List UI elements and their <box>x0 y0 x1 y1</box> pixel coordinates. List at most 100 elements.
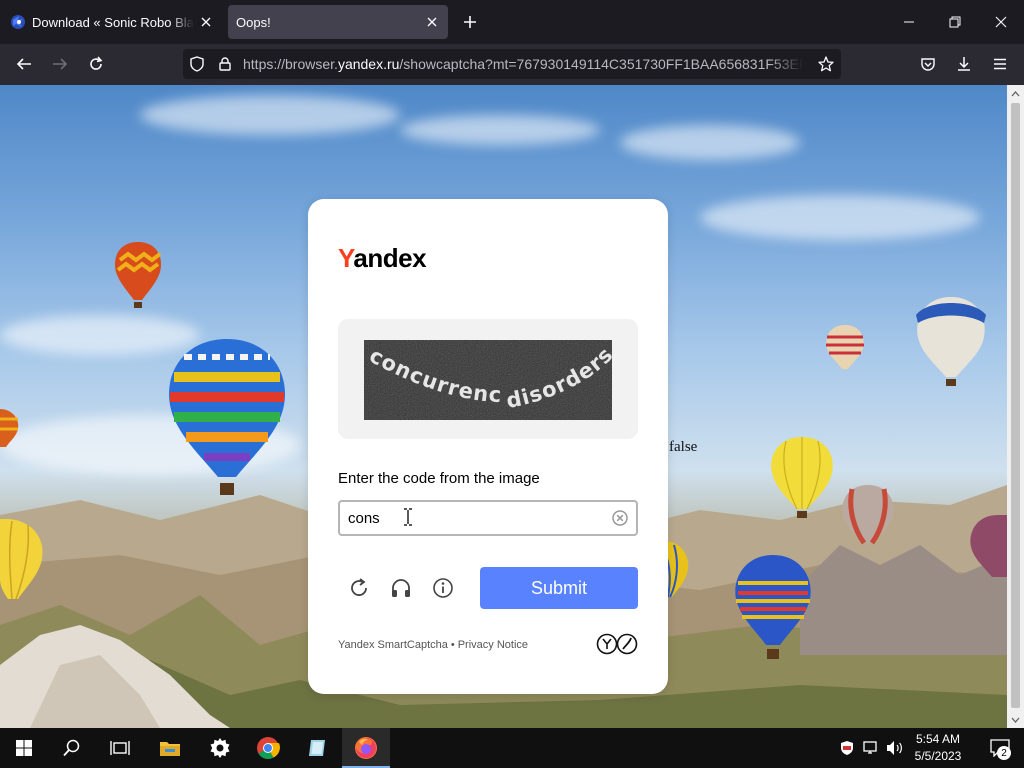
security-tray-icon[interactable] <box>838 728 856 768</box>
smartcaptcha-badge-icon <box>596 633 638 655</box>
minimize-button[interactable] <box>886 0 932 44</box>
privacy-notice-link[interactable]: Privacy Notice <box>458 639 528 651</box>
cloud <box>700 195 980 240</box>
gear-icon <box>210 738 230 758</box>
logo-letter-y: Y <box>338 243 354 273</box>
submit-button[interactable]: Submit <box>480 567 638 609</box>
notification-count: 2 <box>997 746 1011 760</box>
close-icon <box>995 16 1007 28</box>
url-domain: yandex.ru <box>337 56 400 72</box>
shield-icon[interactable] <box>183 49 211 79</box>
hot-air-balloon <box>771 437 833 518</box>
back-button[interactable] <box>8 48 40 80</box>
forward-button[interactable] <box>44 48 76 80</box>
captcha-footer: Yandex SmartCaptcha • Privacy Notice <box>338 639 528 651</box>
speaker-icon <box>887 741 902 755</box>
network-tray-icon[interactable] <box>860 728 882 768</box>
refresh-icon <box>351 578 367 596</box>
bookmark-star-button[interactable] <box>810 48 842 80</box>
hot-air-balloon <box>169 339 285 495</box>
captcha-distorted-text: concurrence disorders <box>364 340 612 420</box>
chrome-taskbar-button[interactable] <box>244 728 292 768</box>
windows-logo-icon <box>16 740 32 756</box>
url-path: /showcaptcha?mt=767930149114C351730FF1BA… <box>399 56 803 72</box>
close-tab-icon[interactable] <box>420 10 444 34</box>
notifications-button[interactable]: 2 <box>980 728 1020 768</box>
firefox-icon <box>355 737 377 759</box>
info-button[interactable] <box>428 573 458 603</box>
tab-title: Oops! <box>236 14 271 30</box>
search-button[interactable] <box>48 728 96 768</box>
pocket-icon <box>921 58 935 71</box>
shield-warning-icon <box>841 741 853 755</box>
downloads-button[interactable] <box>948 48 980 80</box>
refresh-captcha-button[interactable] <box>344 573 374 603</box>
url-prefix: https://browser. <box>243 56 338 72</box>
tab-sonic-robo-blast[interactable]: Download « Sonic Robo Blast 2 <box>0 5 222 39</box>
taskbar-clock[interactable]: 5:54 AM 5/5/2023 <box>910 731 966 765</box>
download-icon <box>958 57 970 71</box>
firefox-taskbar-button[interactable] <box>342 728 390 768</box>
cloud <box>620 125 800 160</box>
scrollbar-thumb[interactable] <box>1011 103 1020 708</box>
yandex-logo: Yandex <box>338 243 427 274</box>
hot-air-balloon <box>842 485 894 545</box>
hot-air-balloon <box>970 515 1007 577</box>
pocket-button[interactable] <box>912 48 944 80</box>
arrow-left-icon <box>16 58 31 70</box>
hot-air-balloon <box>0 519 43 600</box>
captcha-input-field[interactable] <box>338 500 638 536</box>
task-view-button[interactable] <box>96 728 144 768</box>
network-icon <box>863 741 877 754</box>
lock-icon[interactable] <box>211 49 239 79</box>
info-icon <box>433 578 453 598</box>
app-taskbar-button[interactable] <box>294 728 342 768</box>
clock-time: 5:54 AM <box>915 732 961 746</box>
settings-taskbar-button[interactable] <box>196 728 244 768</box>
file-explorer-taskbar-button[interactable] <box>146 728 194 768</box>
url-text[interactable]: https://browser.yandex.ru/showcaptcha?mt… <box>243 56 803 72</box>
smartcaptcha-link[interactable]: Yandex SmartCaptcha <box>338 639 448 651</box>
search-icon <box>63 739 80 757</box>
close-tab-icon[interactable] <box>194 10 218 34</box>
restore-icon <box>949 16 961 28</box>
reload-button[interactable] <box>80 48 112 80</box>
plus-icon <box>464 16 476 28</box>
cloud <box>400 115 600 145</box>
menu-button[interactable] <box>984 48 1016 80</box>
new-tab-button[interactable] <box>456 8 484 36</box>
hot-air-balloon <box>735 555 811 659</box>
folder-icon <box>160 742 180 756</box>
audio-captcha-button[interactable] <box>386 573 416 603</box>
vertical-scrollbar[interactable] <box>1007 85 1024 728</box>
text-cursor-icon <box>404 508 412 526</box>
clock-date: 5/5/2023 <box>914 749 962 763</box>
captcha-input[interactable] <box>348 502 608 534</box>
scroll-down-icon[interactable] <box>1007 711 1024 728</box>
page-stray-text: false <box>669 439 698 455</box>
address-bar[interactable]: https://browser.yandex.ru/showcaptcha?mt… <box>183 49 841 79</box>
start-button[interactable] <box>0 728 48 768</box>
restore-button[interactable] <box>932 0 978 44</box>
tab-oops[interactable]: Oops! <box>228 5 448 39</box>
navigation-toolbar: https://browser.yandex.ru/showcaptcha?mt… <box>0 44 1024 85</box>
hot-air-balloon <box>0 409 19 447</box>
hot-air-balloon <box>826 325 864 369</box>
volume-tray-icon[interactable] <box>884 728 906 768</box>
scroll-up-icon[interactable] <box>1007 85 1024 102</box>
cloud <box>140 95 400 135</box>
close-window-button[interactable] <box>978 0 1024 44</box>
tab-strip: Download « Sonic Robo Blast 2 Oops! <box>0 0 1024 44</box>
hot-air-balloon <box>114 242 162 308</box>
captcha-prompt: Enter the code from the image <box>338 470 540 487</box>
clear-input-icon[interactable] <box>612 510 628 526</box>
sonic-favicon-icon <box>11 15 25 29</box>
hot-air-balloon <box>664 541 689 598</box>
reload-icon <box>90 56 103 70</box>
task-view-icon <box>110 741 130 755</box>
headphones-icon <box>392 579 410 597</box>
glass-app-icon <box>309 740 325 756</box>
tab-title: Download « Sonic Robo Blast 2 <box>32 14 194 30</box>
footer-separator: • <box>450 639 455 651</box>
hot-air-balloon <box>916 297 986 386</box>
